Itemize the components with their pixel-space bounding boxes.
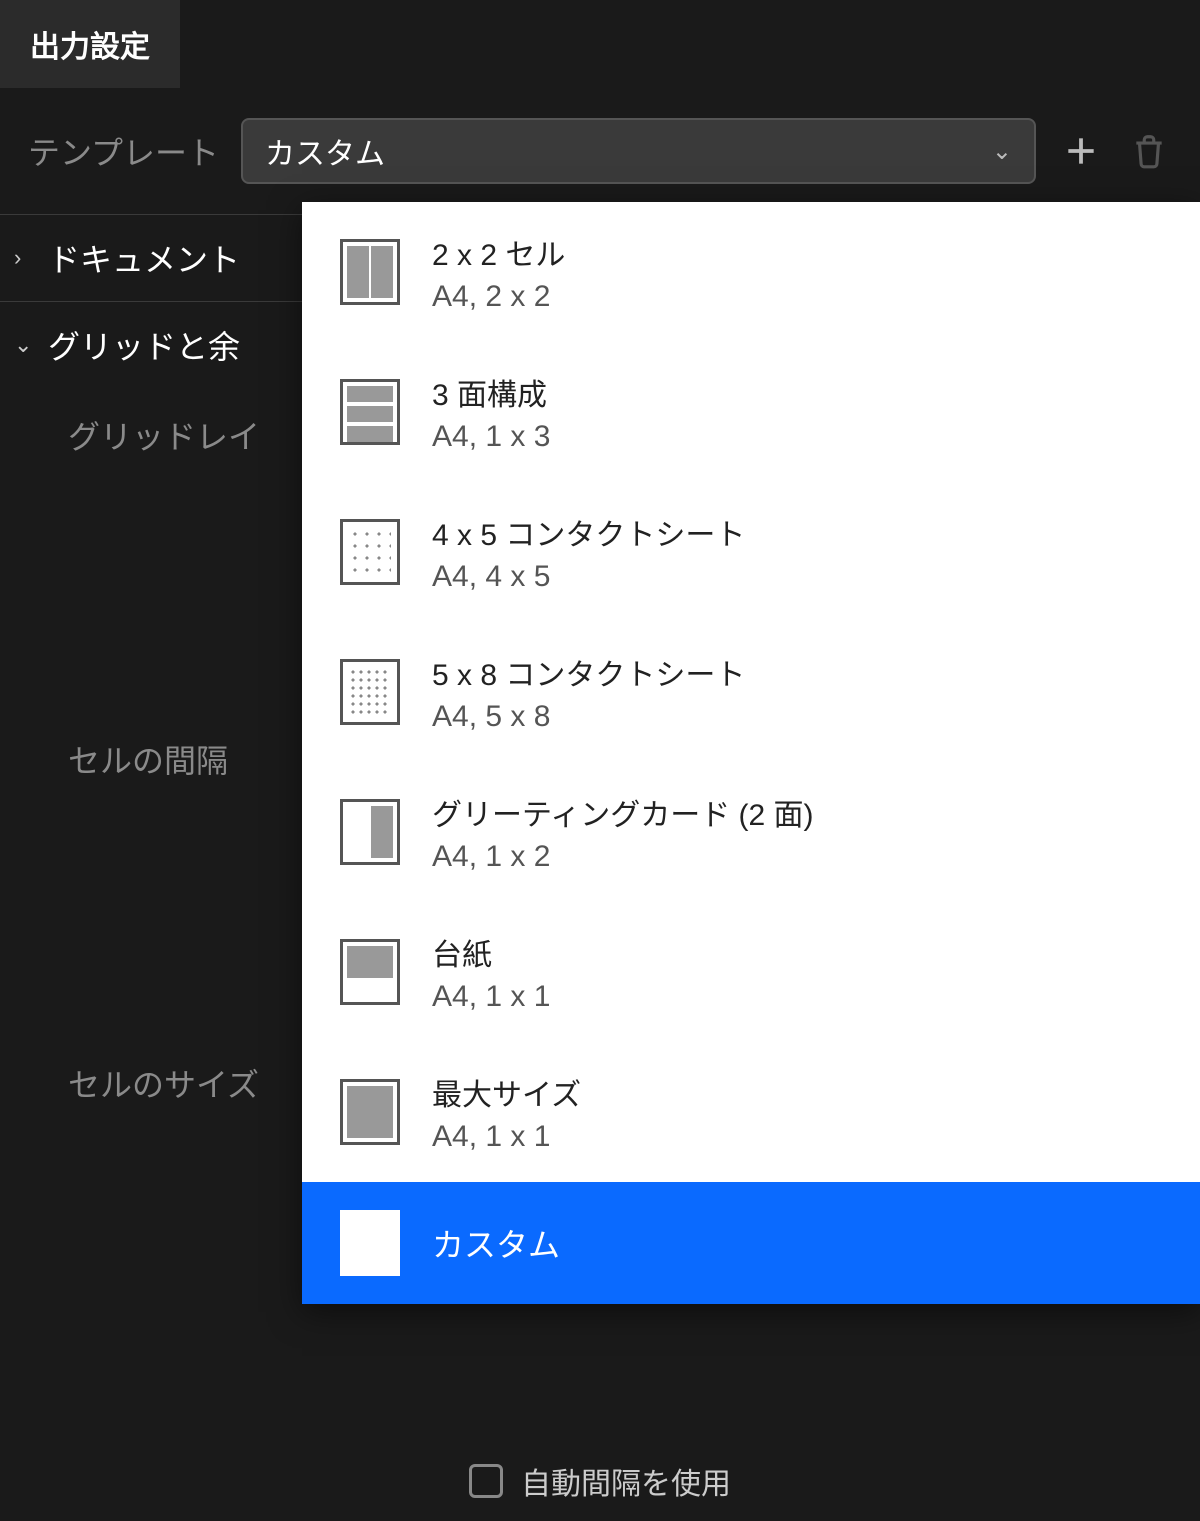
auto-spacing-checkbox[interactable] [469, 1464, 503, 1498]
template-option-custom[interactable]: カスタム [302, 1182, 1200, 1304]
option-sub: A4, 4 x 5 [432, 560, 745, 594]
chevron-down-icon: ⌄ [992, 137, 1012, 166]
max-size-icon [340, 1079, 400, 1145]
chevron-down-icon: ⌄ [14, 332, 36, 358]
pencil-icon [340, 1210, 400, 1276]
option-sub: A4, 1 x 2 [432, 840, 814, 874]
section-label: ドキュメント [48, 235, 240, 281]
template-dropdown-popup: 2 x 2 セル A4, 2 x 2 3 面構成 A4, 1 x 3 4 x 5… [302, 202, 1200, 1304]
option-title: 4 x 5 コンタクトシート [432, 510, 745, 554]
option-title: グリーティングカード (2 面) [432, 790, 814, 834]
mat-icon [340, 939, 400, 1005]
template-option-4x5[interactable]: 4 x 5 コンタクトシート A4, 4 x 5 [302, 482, 1200, 622]
template-option-max[interactable]: 最大サイズ A4, 1 x 1 [302, 1042, 1200, 1182]
tab-title: 出力設定 [30, 22, 150, 66]
tab-bar: 出力設定 [0, 0, 1200, 88]
option-title: 2 x 2 セル [432, 230, 565, 274]
greeting-card-icon [340, 799, 400, 865]
option-sub: A4, 1 x 1 [432, 980, 550, 1014]
template-option-greeting[interactable]: グリーティングカード (2 面) A4, 1 x 2 [302, 762, 1200, 902]
option-sub: A4, 1 x 1 [432, 1120, 581, 1154]
option-sub: A4, 2 x 2 [432, 280, 565, 314]
option-title: カスタム [432, 1220, 560, 1266]
grid-1x3-icon [340, 379, 400, 445]
template-option-2x2[interactable]: 2 x 2 セル A4, 2 x 2 [302, 202, 1200, 342]
auto-spacing-row: 自動間隔を使用 [0, 1443, 1200, 1521]
option-title: 5 x 8 コンタクトシート [432, 650, 745, 694]
template-label: テンプレート [28, 128, 219, 174]
add-template-button[interactable] [1058, 128, 1104, 174]
option-sub: A4, 5 x 8 [432, 700, 745, 734]
template-option-mat[interactable]: 台紙 A4, 1 x 1 [302, 902, 1200, 1042]
auto-spacing-label: 自動間隔を使用 [521, 1459, 731, 1503]
section-label: グリッドと余 [48, 322, 240, 368]
chevron-right-icon: › [14, 245, 36, 271]
template-selected-value: カスタム [265, 129, 385, 173]
delete-template-button [1126, 128, 1172, 174]
option-title: 最大サイズ [432, 1070, 581, 1114]
grid-2x2-icon [340, 239, 400, 305]
tab-output-settings[interactable]: 出力設定 [0, 0, 180, 88]
option-sub: A4, 1 x 3 [432, 420, 550, 454]
option-title: 3 面構成 [432, 370, 550, 414]
template-option-5x8[interactable]: 5 x 8 コンタクトシート A4, 5 x 8 [302, 622, 1200, 762]
option-title: 台紙 [432, 930, 550, 974]
template-row: テンプレート カスタム ⌄ [0, 88, 1200, 214]
grid-5x8-icon [340, 659, 400, 725]
template-option-1x3[interactable]: 3 面構成 A4, 1 x 3 [302, 342, 1200, 482]
template-dropdown[interactable]: カスタム ⌄ [241, 118, 1036, 184]
grid-4x5-icon [340, 519, 400, 585]
